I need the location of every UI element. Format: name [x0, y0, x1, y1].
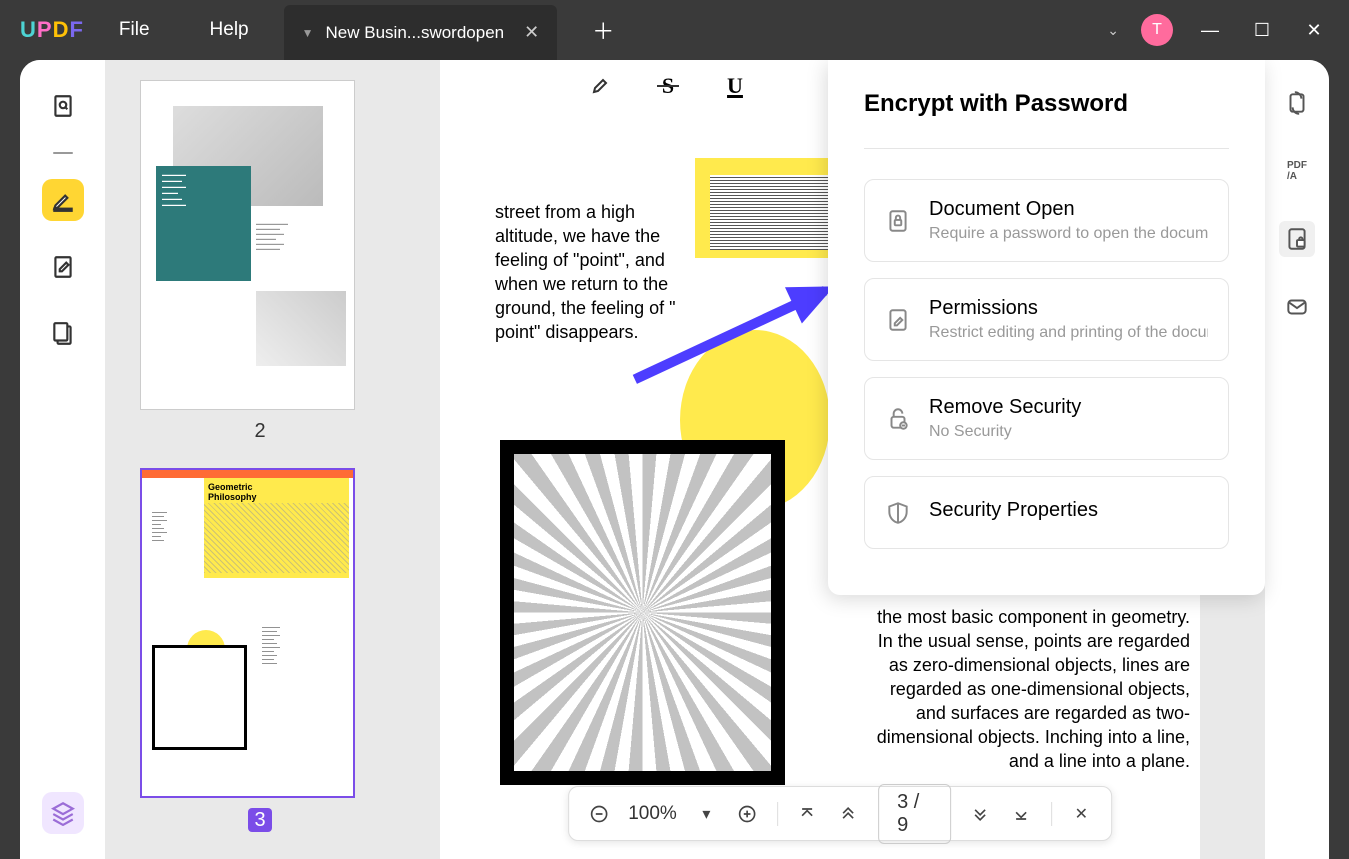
protect-document-icon[interactable]: [1279, 221, 1315, 257]
edit-page-icon[interactable]: [42, 246, 84, 288]
thumbnail-page-3[interactable]: Geometric Philosophy ▬▬▬▬▬▬▬▬▬▬▬▬▬▬▬▬▬▬▬…: [140, 468, 380, 832]
remove-security-option[interactable]: Remove Security No Security: [864, 377, 1229, 460]
thumbnail-label: 2: [140, 420, 380, 443]
doc-text: the most basic component in geometry. In…: [865, 605, 1190, 773]
right-toolbar: PDF/A: [1265, 60, 1329, 859]
encrypt-panel: Encrypt with Password Document Open Requ…: [828, 60, 1265, 595]
maximize-button[interactable]: ☐: [1247, 20, 1277, 41]
minimize-button[interactable]: —: [1195, 20, 1225, 41]
menu-help[interactable]: Help: [185, 19, 274, 41]
close-bar-button[interactable]: ✕: [1070, 801, 1093, 827]
layers-icon[interactable]: [42, 792, 84, 834]
strikethrough-icon[interactable]: S: [652, 70, 684, 102]
zoom-dropdown-icon[interactable]: ▾: [695, 801, 718, 827]
mail-icon[interactable]: [1279, 289, 1315, 325]
prev-page-button[interactable]: [837, 801, 860, 827]
doc-image: [500, 440, 785, 785]
option-label: Permissions: [929, 297, 1208, 320]
zoom-page-bar: 100% ▾ 3 / 9 ✕: [568, 786, 1112, 841]
menu-file[interactable]: File: [94, 19, 175, 41]
lock-document-icon: [885, 208, 911, 234]
thumbnail-label: 3: [248, 808, 272, 832]
security-properties-option[interactable]: Security Properties: [864, 476, 1229, 549]
close-window-button[interactable]: ✕: [1299, 20, 1329, 41]
tab-dropdown-icon[interactable]: ▼: [302, 26, 314, 40]
option-desc: No Security: [929, 423, 1208, 441]
add-tab-button[interactable]: ＋: [567, 14, 639, 46]
document-open-option[interactable]: Document Open Require a password to open…: [864, 179, 1229, 262]
doc-text: street from a high altitude, we have the…: [495, 200, 695, 344]
avatar[interactable]: T: [1141, 14, 1173, 46]
zoom-in-button[interactable]: [736, 801, 759, 827]
rotate-icon[interactable]: [1279, 85, 1315, 121]
document-tab[interactable]: ▼ New Busin...swordopen ✕: [284, 5, 558, 60]
first-page-button[interactable]: [796, 801, 819, 827]
option-label: Remove Security: [929, 396, 1208, 419]
thumbnail-panel: ▬▬▬▬▬▬▬▬▬▬▬▬▬▬▬▬▬▬▬▬▬▬▬▬▬▬▬▬▬▬▬▬ ▬▬▬▬▬▬▬…: [105, 60, 415, 859]
left-toolbar: [20, 60, 105, 859]
highlighter-icon[interactable]: [42, 179, 84, 221]
option-desc: Require a password to open the document: [929, 225, 1208, 243]
underline-icon[interactable]: U: [719, 70, 751, 102]
next-page-button[interactable]: [969, 801, 992, 827]
chevron-down-icon[interactable]: ⌄: [1107, 22, 1119, 39]
tab-title: New Busin...swordopen: [326, 23, 505, 43]
format-toolbar: S U: [585, 70, 751, 102]
close-icon[interactable]: ✕: [524, 22, 539, 43]
zoom-level: 100%: [628, 803, 677, 825]
workspace: ▬▬▬▬▬▬▬▬▬▬▬▬▬▬▬▬▬▬▬▬▬▬▬▬▬▬▬▬▬▬▬▬ ▬▬▬▬▬▬▬…: [20, 60, 1329, 859]
pdfa-icon[interactable]: PDF/A: [1279, 153, 1315, 189]
separator: [53, 152, 73, 154]
highlight-icon[interactable]: [585, 70, 617, 102]
last-page-button[interactable]: [1010, 801, 1033, 827]
search-page-icon[interactable]: [42, 85, 84, 127]
page-indicator[interactable]: 3 / 9: [878, 784, 951, 844]
permissions-option[interactable]: Permissions Restrict editing and printin…: [864, 278, 1229, 361]
option-label: Security Properties: [929, 499, 1208, 522]
option-label: Document Open: [929, 198, 1208, 221]
edit-document-icon: [885, 307, 911, 333]
unlock-icon: [885, 406, 911, 432]
title-bar: UPDF File Help ▼ New Busin...swordopen ✕…: [0, 0, 1349, 60]
zoom-out-button[interactable]: [587, 801, 610, 827]
pages-icon[interactable]: [42, 313, 84, 355]
app-logo: UPDF: [20, 17, 84, 43]
thumbnail-page-2[interactable]: ▬▬▬▬▬▬▬▬▬▬▬▬▬▬▬▬▬▬▬▬▬▬▬▬▬▬▬▬▬▬▬▬ ▬▬▬▬▬▬▬…: [140, 80, 380, 443]
option-desc: Restrict editing and printing of the doc…: [929, 324, 1208, 342]
shield-icon: [885, 500, 911, 526]
panel-title: Encrypt with Password: [864, 90, 1229, 149]
